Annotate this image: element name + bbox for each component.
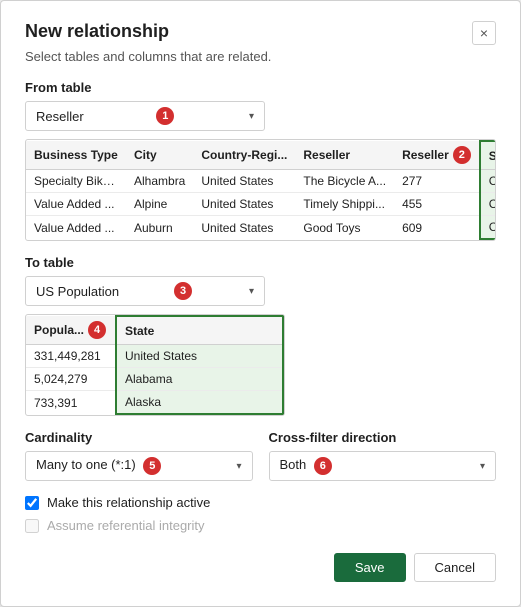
cell-pop-1: 331,449,281 (26, 345, 116, 368)
to-table-badge: 3 (174, 282, 192, 300)
cell-city-1: Alhambra (126, 170, 193, 193)
cardinality-row: Cardinality Many to one (*:1) 5 ▾ Cross-… (25, 430, 496, 481)
cross-filter-group: Cross-filter direction Both 6 ▾ (269, 430, 497, 481)
cell-reseller2-1: 277 (394, 170, 480, 193)
population-badge: 4 (88, 321, 106, 339)
table-row: 331,449,281 United States (26, 345, 283, 368)
from-table-data: Business Type City Country-Regi... Resel… (26, 140, 496, 240)
cell-state-to-2: Alabama (116, 368, 283, 391)
to-table-value: US Population (36, 284, 119, 299)
active-checkbox-row: Make this relationship active (25, 495, 496, 510)
to-table-dropdown-row: US Population 3 ▾ (25, 276, 496, 306)
cell-pop-3: 733,391 (26, 391, 116, 415)
to-table-dropdown[interactable]: US Population 3 ▾ (25, 276, 265, 306)
to-table-container: Popula...4 State 331,449,281 United Stat… (25, 314, 285, 416)
integrity-checkbox-row: Assume referential integrity (25, 518, 496, 533)
reseller-badge: 2 (453, 146, 471, 164)
from-table-badge: 1 (156, 107, 174, 125)
cross-filter-label: Cross-filter direction (269, 430, 497, 445)
cell-business-type-1: Specialty Bike... (26, 170, 126, 193)
col-reseller2[interactable]: Reseller2 (394, 141, 480, 170)
col-state-province[interactable]: State-Province (480, 141, 496, 170)
cell-reseller2-3: 609 (394, 216, 480, 240)
integrity-checkbox-label: Assume referential integrity (47, 518, 205, 533)
dialog-footer: Save Cancel (25, 553, 496, 582)
from-table-value: Reseller (36, 109, 84, 124)
cell-reseller-1: The Bicycle A... (295, 170, 394, 193)
cross-filter-dropdown[interactable]: Both 6 ▾ (269, 451, 497, 481)
new-relationship-dialog: New relationship × Select tables and col… (0, 0, 521, 607)
from-table-container: Business Type City Country-Regi... Resel… (25, 139, 496, 241)
to-table-data: Popula...4 State 331,449,281 United Stat… (26, 315, 284, 415)
close-button[interactable]: × (472, 21, 496, 45)
cell-country-2: United States (193, 193, 295, 216)
cell-business-type-2: Value Added ... (26, 193, 126, 216)
cell-reseller2-2: 455 (394, 193, 480, 216)
dialog-title: New relationship (25, 21, 169, 42)
dialog-header: New relationship × (25, 21, 496, 45)
integrity-checkbox[interactable] (25, 519, 39, 533)
cell-state-2: California (480, 193, 496, 216)
cell-reseller-2: Timely Shippi... (295, 193, 394, 216)
to-table-label: To table (25, 255, 496, 270)
active-checkbox-label: Make this relationship active (47, 495, 210, 510)
from-table-dropdown[interactable]: Reseller 1 ▾ (25, 101, 265, 131)
cardinality-label: Cardinality (25, 430, 253, 445)
from-table-header-row: Business Type City Country-Regi... Resel… (26, 141, 496, 170)
save-button[interactable]: Save (334, 553, 406, 582)
to-table-header-row: Popula...4 State (26, 316, 283, 345)
cell-state-to-1: United States (116, 345, 283, 368)
from-table-dropdown-row: Reseller 1 ▾ (25, 101, 496, 131)
cross-filter-badge: 6 (314, 457, 332, 475)
table-row: Specialty Bike... Alhambra United States… (26, 170, 496, 193)
from-table-label: From table (25, 80, 496, 95)
cell-state-1: California (480, 170, 496, 193)
col-city[interactable]: City (126, 141, 193, 170)
dialog-subtitle: Select tables and columns that are relat… (25, 49, 496, 64)
col-state[interactable]: State (116, 316, 283, 345)
cell-city-2: Alpine (126, 193, 193, 216)
table-row: Value Added ... Auburn United States Goo… (26, 216, 496, 240)
chevron-down-icon: ▾ (249, 111, 254, 122)
col-reseller[interactable]: Reseller (295, 141, 394, 170)
cardinality-group: Cardinality Many to one (*:1) 5 ▾ (25, 430, 253, 481)
cell-country-3: United States (193, 216, 295, 240)
cell-city-3: Auburn (126, 216, 193, 240)
chevron-down-icon: ▾ (236, 461, 241, 472)
chevron-down-icon: ▾ (480, 461, 485, 472)
cell-state-3: California (480, 216, 496, 240)
chevron-down-icon: ▾ (249, 286, 254, 297)
active-checkbox[interactable] (25, 496, 39, 510)
table-row: 733,391 Alaska (26, 391, 283, 415)
table-row: 5,024,279 Alabama (26, 368, 283, 391)
col-population[interactable]: Popula...4 (26, 316, 116, 345)
cell-reseller-3: Good Toys (295, 216, 394, 240)
cardinality-dropdown[interactable]: Many to one (*:1) 5 ▾ (25, 451, 253, 481)
cardinality-badge: 5 (143, 457, 161, 475)
cardinality-value: Many to one (*:1) 5 (36, 457, 161, 475)
col-business-type[interactable]: Business Type (26, 141, 126, 170)
col-country[interactable]: Country-Regi... (193, 141, 295, 170)
cancel-button[interactable]: Cancel (414, 553, 496, 582)
cell-country-1: United States (193, 170, 295, 193)
cell-business-type-3: Value Added ... (26, 216, 126, 240)
cell-pop-2: 5,024,279 (26, 368, 116, 391)
table-row: Value Added ... Alpine United States Tim… (26, 193, 496, 216)
cross-filter-value: Both 6 (280, 457, 332, 475)
cell-state-to-3: Alaska (116, 391, 283, 415)
